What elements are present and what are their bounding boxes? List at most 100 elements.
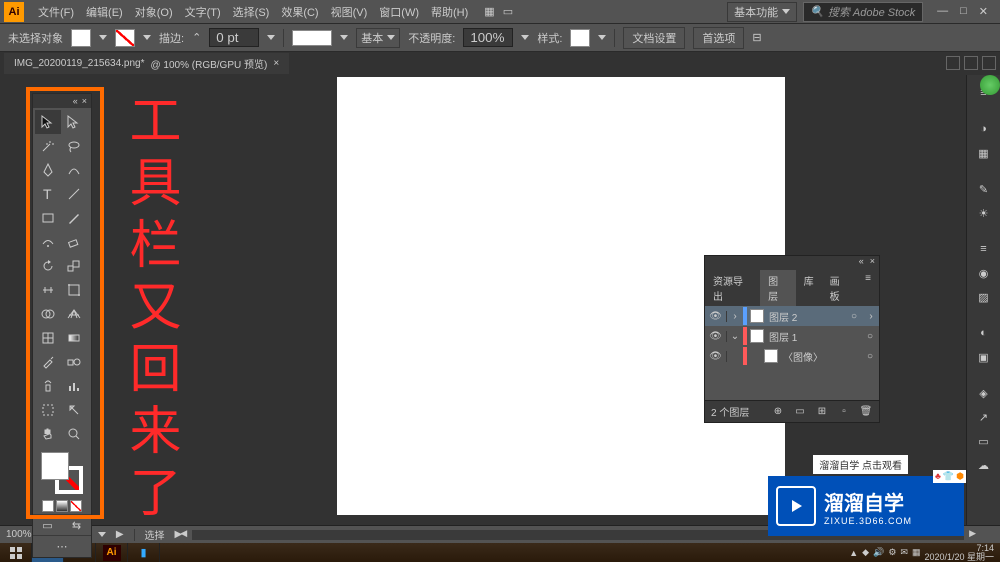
menu-object[interactable]: 对象(O) <box>129 4 179 20</box>
menu-file[interactable]: 文件(F) <box>32 4 80 20</box>
search-input[interactable]: 🔍 搜索 Adobe Stock <box>803 2 923 22</box>
tray-icon[interactable]: ✉ <box>900 547 908 558</box>
layers-panel-icon[interactable]: ◈ <box>974 383 994 403</box>
new-sublayer-icon[interactable]: ⊞ <box>815 405 829 419</box>
layer-name[interactable]: 图层 1 <box>767 329 861 344</box>
selection-tool[interactable] <box>35 110 61 134</box>
tab-libraries[interactable]: 库 <box>796 270 822 306</box>
menu-type[interactable]: 文字(T) <box>179 4 227 20</box>
fill-color[interactable] <box>41 452 69 480</box>
target-icon[interactable]: ○ <box>845 311 863 322</box>
document-tab[interactable]: IMG_20200119_215634.png* @ 100% (RGB/GPU… <box>4 53 289 74</box>
style-swatch[interactable] <box>570 29 590 47</box>
brushes-panel-icon[interactable]: ✎ <box>974 179 994 199</box>
blend-tool[interactable] <box>61 350 87 374</box>
paintbrush-tool[interactable] <box>61 206 87 230</box>
tab-layers[interactable]: 图层 <box>760 270 796 306</box>
menu-view[interactable]: 视图(V) <box>325 4 374 20</box>
visibility-toggle[interactable]: 👁 <box>705 351 727 362</box>
system-tray[interactable]: ▲ ◆ 🔊 ⚙ ✉ ▦ 7:14 2020/1/20 星期一 <box>843 544 1000 562</box>
expand-toggle[interactable]: ⌄ <box>727 331 743 342</box>
panel-menu-icon[interactable]: ≡ <box>857 270 879 306</box>
stroke-stepper-down[interactable]: ⌃ <box>192 31 201 44</box>
eyedropper-tool[interactable] <box>35 350 61 374</box>
menu-help[interactable]: 帮助(H) <box>425 4 474 20</box>
symbols-panel-icon[interactable]: ☀ <box>974 203 994 223</box>
stroke-panel-icon[interactable]: ≡ <box>974 239 994 259</box>
brush-definition[interactable]: 基本 <box>356 28 400 48</box>
layer-row[interactable]: 👁 ⌄ 图层 1 ○ <box>705 326 879 346</box>
line-tool[interactable] <box>61 182 87 206</box>
new-layer-icon[interactable]: ▫ <box>837 405 851 419</box>
column-graph-tool[interactable] <box>61 374 87 398</box>
artboard-tool[interactable] <box>35 398 61 422</box>
tray-icon[interactable]: ⚙ <box>888 547 896 558</box>
direct-selection-tool[interactable] <box>61 110 87 134</box>
visibility-toggle[interactable]: 👁 <box>705 311 727 322</box>
hand-tool[interactable] <box>35 422 61 446</box>
edit-toolbar-button[interactable]: ⋯ <box>33 535 91 557</box>
rotate-tool[interactable] <box>35 254 61 278</box>
layers-panel-header[interactable]: «× <box>705 256 879 270</box>
graphic-styles-panel-icon[interactable]: ▣ <box>974 347 994 367</box>
window-restore[interactable]: □ <box>960 5 967 18</box>
lasso-tool[interactable] <box>61 134 87 158</box>
document-setup-button[interactable]: 文档设置 <box>623 27 685 49</box>
layer-name[interactable]: 图层 2 <box>767 309 845 324</box>
type-tool[interactable]: T <box>35 182 61 206</box>
delete-layer-icon[interactable]: 🗑 <box>859 405 873 419</box>
pen-tool[interactable] <box>35 158 61 182</box>
layer-name[interactable]: 〈图像〉 <box>781 349 861 364</box>
swatches-panel-icon[interactable]: ▦ <box>974 143 994 163</box>
shaper-tool[interactable] <box>35 230 61 254</box>
locate-object-icon[interactable]: ⊕ <box>771 405 785 419</box>
fill-swatch[interactable] <box>71 29 91 47</box>
tray-icon[interactable]: 🔊 <box>873 547 884 558</box>
tab-asset-export[interactable]: 资源导出 <box>705 270 760 306</box>
curvature-tool[interactable] <box>61 158 87 182</box>
taskbar-app[interactable]: ▮ <box>128 543 160 562</box>
color-panel-icon[interactable]: ◑ <box>974 119 994 139</box>
transparency-panel-icon[interactable]: ▨ <box>974 287 994 307</box>
menu-effect[interactable]: 效果(C) <box>275 4 324 20</box>
panel-toggle-3[interactable] <box>982 56 996 70</box>
symbol-sprayer-tool[interactable] <box>35 374 61 398</box>
menu-select[interactable]: 选择(S) <box>227 4 276 20</box>
artboards-panel-icon[interactable]: ▭ <box>974 431 994 451</box>
none-mode[interactable] <box>70 500 82 512</box>
tray-icon[interactable]: ◆ <box>862 547 869 558</box>
panel-toggle-2[interactable] <box>964 56 978 70</box>
brush-preview[interactable] <box>292 30 332 46</box>
zoom-tool[interactable] <box>61 422 87 446</box>
slice-tool[interactable] <box>61 398 87 422</box>
screen-mode-normal[interactable]: ▭ <box>33 515 62 535</box>
mesh-tool[interactable] <box>35 326 61 350</box>
expand-toggle[interactable]: › <box>727 311 743 322</box>
stroke-swatch[interactable] <box>115 29 135 47</box>
start-button[interactable] <box>0 543 32 562</box>
magic-wand-tool[interactable] <box>35 134 61 158</box>
tray-icon[interactable]: ▲ <box>849 548 858 558</box>
align-icon[interactable]: ⊟ <box>752 31 761 44</box>
tray-icon[interactable]: ▦ <box>912 547 921 558</box>
eraser-tool[interactable] <box>61 230 87 254</box>
bridge-icon[interactable]: ▦ <box>484 5 494 18</box>
menu-edit[interactable]: 编辑(E) <box>80 4 129 20</box>
appearance-panel-icon[interactable]: ◐ <box>974 323 994 343</box>
free-transform-tool[interactable] <box>61 278 87 302</box>
perspective-grid-tool[interactable] <box>61 302 87 326</box>
gradient-tool[interactable] <box>61 326 87 350</box>
opacity-input[interactable] <box>463 28 513 47</box>
asset-export-icon[interactable]: ↗ <box>974 407 994 427</box>
layer-row[interactable]: 👁 〈图像〉 ○ <box>705 346 879 366</box>
fill-stroke-control[interactable] <box>33 448 91 498</box>
zoom-level[interactable]: 100% <box>6 529 32 540</box>
rectangle-tool[interactable] <box>35 206 61 230</box>
menu-window[interactable]: 窗口(W) <box>373 4 425 20</box>
arrange-icon[interactable]: ▭ <box>503 5 513 18</box>
target-icon[interactable]: ○ <box>861 331 879 342</box>
target-icon[interactable]: ○ <box>861 351 879 362</box>
screen-mode-toggle[interactable]: ⇆ <box>62 515 91 535</box>
window-close[interactable]: ✕ <box>979 5 988 18</box>
select-indicator[interactable]: › <box>863 311 879 322</box>
